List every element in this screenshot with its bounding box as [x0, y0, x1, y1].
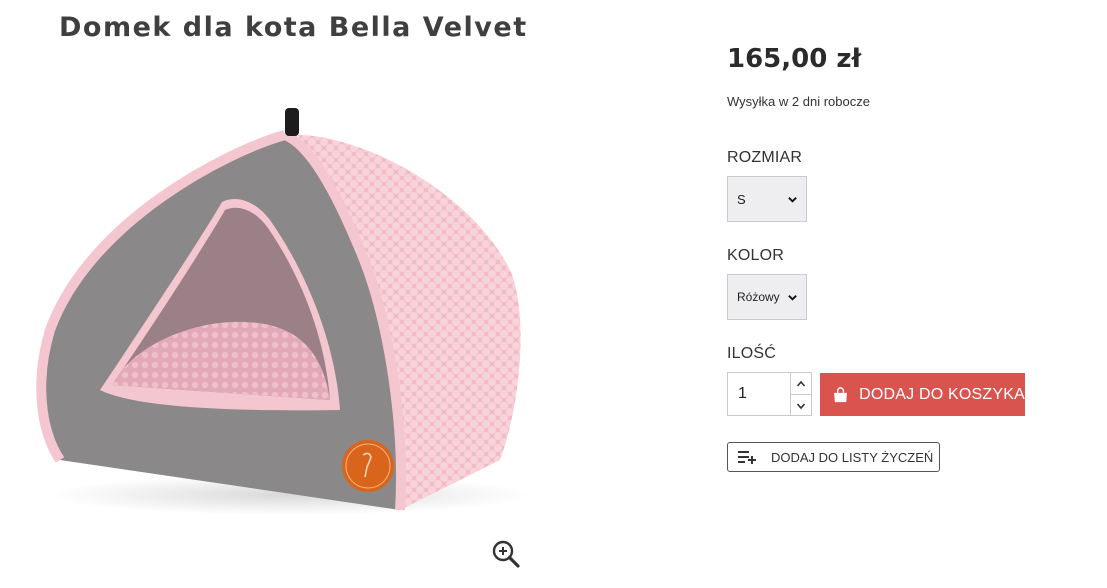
chevron-up-icon [796, 380, 805, 387]
add-to-wishlist-label: DODAJ DO LISTY ŻYCZEŃ [771, 449, 934, 465]
color-label: KOLOR [727, 247, 785, 264]
quantity-increase-button[interactable] [790, 373, 811, 395]
size-select[interactable]: S [727, 176, 807, 222]
quantity-label: ILOŚĆ [727, 345, 777, 362]
quantity-decrease-button[interactable] [790, 395, 811, 416]
chevron-down-icon [788, 295, 797, 301]
quantity-stepper[interactable] [790, 372, 812, 416]
product-price: 165,00 zł [727, 44, 862, 74]
product-image[interactable] [30, 100, 530, 530]
add-to-cart-label: DODAJ DO KOSZYKA [859, 385, 1025, 403]
shipping-info: Wysyłka w 2 dni robocze [727, 94, 870, 109]
color-select[interactable]: Różowy [727, 274, 807, 320]
add-to-wishlist-button[interactable]: DODAJ DO LISTY ŻYCZEŃ [727, 442, 940, 472]
color-select-value: Różowy [737, 290, 780, 304]
quantity-value: 1 [738, 385, 747, 402]
shopping-bag-icon [834, 386, 847, 402]
playlist-add-icon [738, 451, 756, 464]
add-to-cart-button[interactable]: DODAJ DO KOSZYKA [820, 373, 1025, 416]
quantity-input[interactable]: 1 [727, 372, 791, 416]
cat-house-illustration [36, 108, 530, 515]
size-label: ROZMIAR [727, 149, 803, 166]
product-title: Domek dla kota Bella Velvet [59, 12, 528, 43]
chevron-down-icon [796, 402, 805, 409]
chevron-down-icon [788, 197, 797, 203]
size-select-value: S [737, 191, 746, 207]
zoom-in-icon[interactable] [490, 538, 522, 570]
